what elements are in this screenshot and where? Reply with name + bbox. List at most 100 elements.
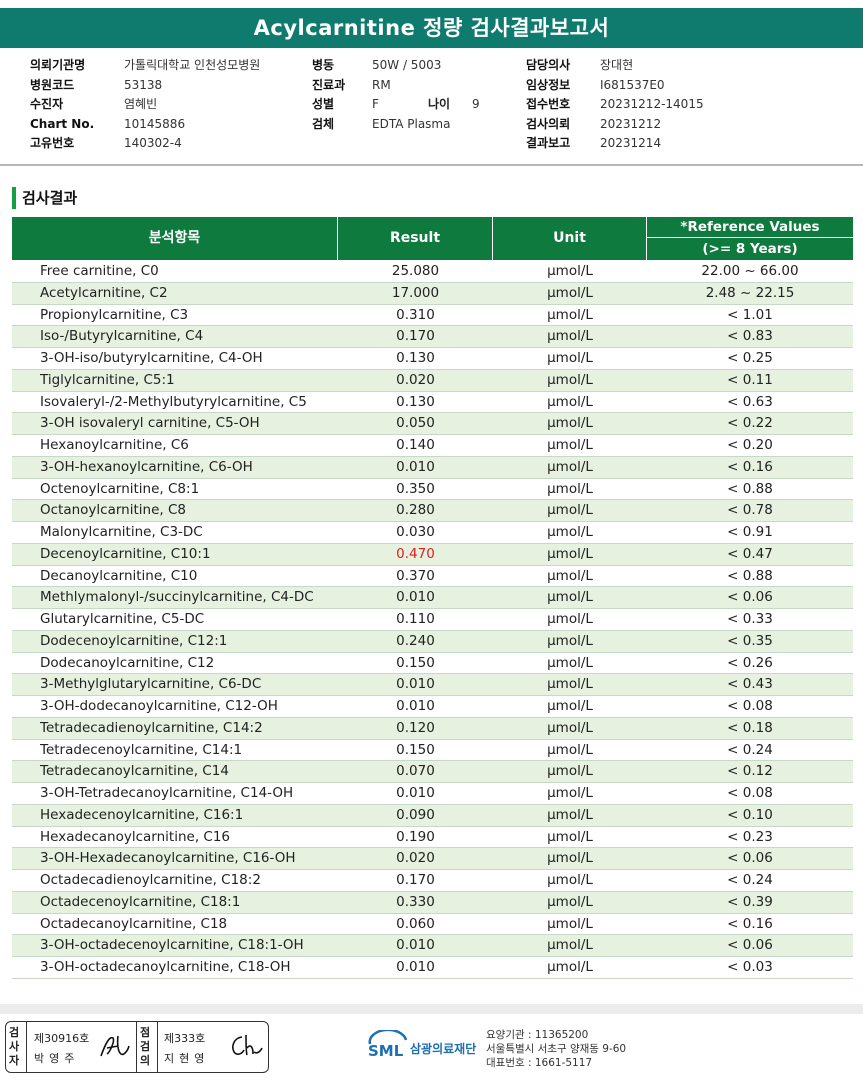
table-row: Dodecenoylcarnitine, C12:1 0.240 μmol/L < 0… xyxy=(12,630,853,653)
result-value: 0.470 xyxy=(396,545,435,562)
reference-value: < 0.39 xyxy=(727,893,773,910)
table-row: Octadecenoylcarnitine, C18:1 0.330 μmol/L <… xyxy=(12,891,853,914)
analyte-name: Tetradecadienoylcarnitine, C14:2 xyxy=(40,719,263,736)
column-header-reference: *Reference Values (>= 8 Years) xyxy=(647,217,853,260)
table-row: Octadecanoylcarnitine, C18 0.060 μmol/L < 0… xyxy=(12,914,853,936)
unit-value: μmol/L xyxy=(547,937,593,954)
info-label: 검사의뢰 xyxy=(526,116,571,131)
unit-value: μmol/L xyxy=(547,893,593,910)
info-value: 10145886 xyxy=(124,116,186,131)
unit-value: μmol/L xyxy=(547,959,593,975)
table-row: 3-OH-Tetradecanoylcarnitine, C14-OH 0.010… xyxy=(12,783,853,805)
reference-value: < 0.47 xyxy=(727,545,773,562)
result-value: 0.140 xyxy=(396,437,435,453)
result-value: 0.330 xyxy=(396,893,435,910)
patient-info: 의뢰기관명 가톨릭대학교 인천성모병원 병원코드 53138 수진자 염혜빈 Char… xyxy=(0,56,863,160)
reference-value: < 0.18 xyxy=(727,719,773,736)
table-row: Hexanoylcarnitine, C6 0.140 μmol/L < 0.20 xyxy=(12,435,853,457)
info-label: 고유번호 xyxy=(30,136,75,150)
reference-value: < 0.08 xyxy=(727,698,773,714)
unit-value: μmol/L xyxy=(547,632,593,649)
table-row: 3-OH-octadecenoylcarnitine, C18:1-OH 0.01… xyxy=(12,935,853,957)
section-title: 검사결과 xyxy=(12,187,77,209)
unit-value: μmol/L xyxy=(547,306,593,323)
table-row: Isovaleryl-/2-Methylbutyrylcarnitine, C5… xyxy=(12,392,853,414)
info-value: 140302-4 xyxy=(124,136,182,150)
result-value: 0.010 xyxy=(396,937,435,954)
report-title: Acylcarnitine 정량 검사결과보고서 xyxy=(0,8,863,48)
reference-value: < 0.06 xyxy=(727,937,773,954)
result-value: 0.310 xyxy=(396,306,435,323)
analyte-name: Hexanoylcarnitine, C6 xyxy=(40,437,189,453)
result-value: 0.150 xyxy=(396,741,435,758)
reference-value: < 0.22 xyxy=(727,415,773,432)
info-value: 50W / 5003 xyxy=(372,58,442,72)
table-row: 3-Methylglutarylcarnitine, C6-DC 0.010 μmo… xyxy=(12,674,853,696)
age-value: 9 xyxy=(472,97,480,111)
table-row: 3-OH-hexanoylcarnitine, C6-OH 0.010 μmol/L… xyxy=(12,456,853,479)
info-label: 담당의사 xyxy=(526,58,571,72)
result-value: 0.010 xyxy=(396,698,435,714)
table-row: Decanoylcarnitine, C10 0.370 μmol/L < 0.88 xyxy=(12,566,853,588)
unit-value: μmol/L xyxy=(547,350,593,366)
reference-value: < 0.16 xyxy=(727,915,773,932)
analyte-name: Acetylcarnitine, C2 xyxy=(40,284,168,301)
unit-value: μmol/L xyxy=(547,850,593,867)
logo-text: SML xyxy=(368,1042,404,1060)
unit-value: μmol/L xyxy=(547,502,593,519)
result-value: 0.190 xyxy=(396,828,435,845)
table-row: Octadecadienoylcarnitine, C18:2 0.170 μmol… xyxy=(12,870,853,892)
unit-value: μmol/L xyxy=(547,458,593,475)
unit-value: μmol/L xyxy=(547,524,593,540)
results-table: Free carnitine, C0 25.080 μmol/L 22.00 ~ 66… xyxy=(12,261,853,979)
table-row: Tiglylcarnitine, C5:1 0.020 μmol/L < 0.11 xyxy=(12,369,853,392)
reference-value: < 0.03 xyxy=(727,959,773,975)
reference-value: < 0.24 xyxy=(727,872,773,888)
analyte-name: Octadecanoylcarnitine, C18 xyxy=(40,915,228,932)
analyte-name: Decenoylcarnitine, C10:1 xyxy=(40,545,211,562)
table-row: 3-OH-dodecanoylcarnitine, C12-OH 0.010 μmo… xyxy=(12,696,853,718)
unit-value: μmol/L xyxy=(547,763,593,780)
reference-value: 22.00 ~ 66.00 xyxy=(701,263,799,279)
table-row: Octanoylcarnitine, C8 0.280 μmol/L < 0.78 xyxy=(12,500,853,522)
unit-value: μmol/L xyxy=(547,567,593,584)
analyte-name: Propionylcarnitine, C3 xyxy=(40,306,189,323)
analyte-name: Tetradecanoylcarnitine, C14 xyxy=(40,763,229,780)
info-label: 진료과 xyxy=(312,77,346,92)
result-value: 0.350 xyxy=(396,480,435,497)
info-label: 임상정보 xyxy=(526,77,571,92)
inspector-signature-icon xyxy=(232,1034,263,1056)
unit-value: μmol/L xyxy=(547,676,593,693)
reference-value: < 0.91 xyxy=(727,524,773,540)
info-label: 병원코드 xyxy=(30,77,75,92)
reference-value: < 0.63 xyxy=(727,393,773,410)
result-value: 0.090 xyxy=(396,806,435,823)
analyte-name: Octenoylcarnitine, C8:1 xyxy=(40,480,200,497)
org-address-block: 요양기관 : 11365200 서울특별시 서초구 양재동 9-60 대표번호 … xyxy=(486,1028,626,1070)
reference-value: < 0.10 xyxy=(727,806,773,823)
examiner-license-no: 제30916호 xyxy=(34,1032,90,1045)
info-label: 검체 xyxy=(312,116,335,131)
analyte-name: 3-OH-hexanoylcarnitine, C6-OH xyxy=(40,458,253,475)
result-value: 0.130 xyxy=(396,393,435,410)
info-value: 염혜빈 xyxy=(124,97,158,111)
footer-divider xyxy=(0,1004,863,1014)
result-value: 0.370 xyxy=(396,567,435,584)
unit-value: μmol/L xyxy=(547,915,593,932)
analyte-name: 3-OH-Hexadecanoylcarnitine, C16-OH xyxy=(40,850,296,867)
analyte-name: Octadecenoylcarnitine, C18:1 xyxy=(40,893,241,910)
result-value: 17.000 xyxy=(391,284,440,301)
inspector-label-text: 점검의 xyxy=(139,1026,151,1067)
reference-value: 2.48 ~ 22.15 xyxy=(705,284,795,301)
reference-value: < 0.88 xyxy=(727,480,773,497)
info-value: 20231212-14015 xyxy=(600,97,704,111)
reference-value: < 0.06 xyxy=(727,850,773,867)
unit-value: μmol/L xyxy=(547,654,593,671)
info-label: Chart No. xyxy=(30,116,95,131)
unit-value: μmol/L xyxy=(547,589,593,606)
reference-value: < 0.26 xyxy=(727,654,773,671)
table-row: Glutarylcarnitine, C5-DC 0.110 μmol/L < 0.3… xyxy=(12,609,853,631)
info-label: 성별 xyxy=(312,97,335,111)
inspector-label: 점검의 xyxy=(139,1026,153,1068)
reference-value: < 1.01 xyxy=(727,306,773,323)
